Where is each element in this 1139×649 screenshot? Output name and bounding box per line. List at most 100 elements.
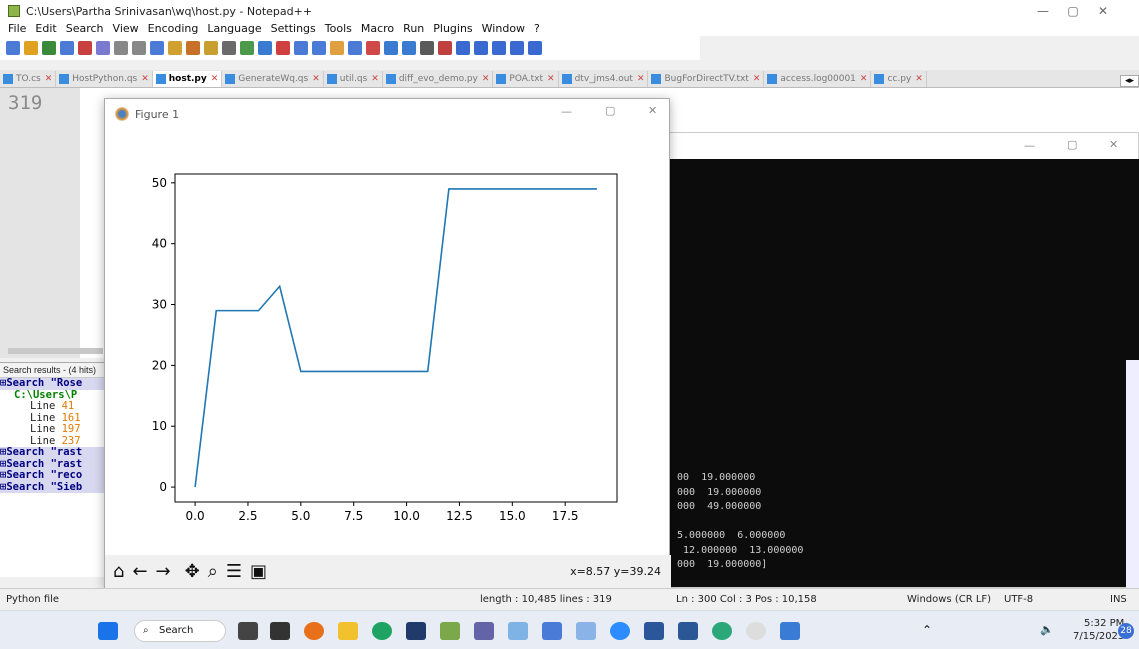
maximize-icon[interactable]: ▢ xyxy=(1058,0,1088,22)
home-icon[interactable]: ⌂ xyxy=(113,555,124,589)
toolbar-button-icon[interactable] xyxy=(474,41,488,55)
back-icon[interactable]: ← xyxy=(132,555,147,589)
toolbar-button-icon[interactable] xyxy=(60,41,74,55)
tab-util-qs[interactable]: util.qs ✕ xyxy=(324,71,383,87)
search-query-row[interactable]: ⊞Search "Rose xyxy=(0,378,105,390)
menu-item-view[interactable]: View xyxy=(113,22,139,36)
tab-scroll-icon[interactable]: ◂▸ xyxy=(1119,75,1139,87)
zoom-icon[interactable] xyxy=(610,622,630,640)
app-icon[interactable] xyxy=(576,622,596,640)
powershell-icon[interactable] xyxy=(678,622,698,640)
toolbar-button-icon[interactable] xyxy=(348,41,362,55)
figure-maximize-icon[interactable]: ▢ xyxy=(605,104,615,117)
tab-cc-py[interactable]: cc.py ✕ xyxy=(871,71,927,87)
minimize-icon[interactable]: — xyxy=(1028,0,1058,22)
tab-poa-txt[interactable]: POA.txt ✕ xyxy=(493,71,559,87)
taskbar-clock[interactable]: 5:32 PM 7/15/2023 xyxy=(1073,617,1124,643)
tab-close-icon[interactable]: ✕ xyxy=(312,74,320,84)
toolbar-button-icon[interactable] xyxy=(96,41,110,55)
toolbar-button-icon[interactable] xyxy=(330,41,344,55)
menu-item-search[interactable]: Search xyxy=(66,22,104,36)
teams-icon[interactable] xyxy=(474,622,494,640)
toolbar-button-icon[interactable] xyxy=(456,41,470,55)
search-query-row[interactable]: ⊞Search "rast xyxy=(0,447,105,459)
word-icon[interactable] xyxy=(644,622,664,640)
right-scroll-strip[interactable] xyxy=(1126,360,1139,590)
tab-hostpython-qs[interactable]: HostPython.qs ✕ xyxy=(56,71,153,87)
search-hit-row[interactable]: Line 161 xyxy=(0,413,105,425)
notepadpp-icon[interactable] xyxy=(440,622,460,640)
tab-generatewq-qs[interactable]: GenerateWq.qs ✕ xyxy=(222,71,324,87)
menu-item-q[interactable]: ? xyxy=(534,22,540,36)
tab-dtv-jms4-out[interactable]: dtv_jms4.out ✕ xyxy=(559,71,649,87)
menu-item-language[interactable]: Language xyxy=(207,22,261,36)
zoom-icon[interactable]: ⌕ xyxy=(208,555,218,589)
menu-item-settings[interactable]: Settings xyxy=(271,22,316,36)
toolbar-button-icon[interactable] xyxy=(78,41,92,55)
toolbar-button-icon[interactable] xyxy=(186,41,200,55)
tab-close-icon[interactable]: ✕ xyxy=(482,74,490,84)
task-view-icon[interactable] xyxy=(238,622,258,640)
tab-close-icon[interactable]: ✕ xyxy=(141,74,149,84)
search-hit-row[interactable]: Line 237 xyxy=(0,436,105,448)
toolbar-button-icon[interactable] xyxy=(150,41,164,55)
tab-close-icon[interactable]: ✕ xyxy=(547,74,555,84)
volume-icon[interactable]: 🔈 xyxy=(1040,623,1054,636)
pan-icon[interactable]: ✥ xyxy=(185,555,200,589)
toolbar-button-icon[interactable] xyxy=(132,41,146,55)
tab-diff-evo-demo-py[interactable]: diff_evo_demo.py ✕ xyxy=(383,71,494,87)
taskbar-search[interactable]: ⌕ Search xyxy=(134,620,226,642)
matplotlib-taskbar-icon[interactable] xyxy=(746,622,766,640)
menu-item-window[interactable]: Window xyxy=(482,22,525,36)
toolbar-button-icon[interactable] xyxy=(204,41,218,55)
notification-badge[interactable]: 28 xyxy=(1118,623,1134,639)
toolbar-button-icon[interactable] xyxy=(312,41,326,55)
menu-item-run[interactable]: Run xyxy=(403,22,424,36)
tab-access-log00001[interactable]: access.log00001 ✕ xyxy=(764,71,872,87)
forward-icon[interactable]: → xyxy=(156,555,171,589)
search-hit-row[interactable]: Line 197 xyxy=(0,424,105,436)
chevron-up-icon[interactable]: ⌃ xyxy=(922,623,932,637)
save-icon[interactable]: ▣ xyxy=(250,555,267,589)
horizontal-scrollbar[interactable] xyxy=(8,348,103,354)
tab-close-icon[interactable]: ✕ xyxy=(637,74,645,84)
notepad-icon[interactable] xyxy=(542,622,562,640)
menu-item-macro[interactable]: Macro xyxy=(361,22,394,36)
toolbar-button-icon[interactable] xyxy=(384,41,398,55)
start-icon[interactable] xyxy=(98,622,118,640)
toolbar-button-icon[interactable] xyxy=(402,41,416,55)
toolbar-button-icon[interactable] xyxy=(276,41,290,55)
firefox-icon[interactable] xyxy=(304,622,324,640)
tab-close-icon[interactable]: ✕ xyxy=(753,74,761,84)
search-query-row[interactable]: ⊞Search "Sieb xyxy=(0,481,105,493)
console-maximize-icon[interactable]: ▢ xyxy=(1067,138,1077,151)
toolbar-button-icon[interactable] xyxy=(222,41,236,55)
figure-close-icon[interactable]: ✕ xyxy=(648,104,657,117)
toolbar-button-icon[interactable] xyxy=(24,41,38,55)
toolbar-button-icon[interactable] xyxy=(6,41,20,55)
search-query-row[interactable]: ⊞Search "reco xyxy=(0,470,105,482)
toolbar-button-icon[interactable] xyxy=(114,41,128,55)
toolbar-button-icon[interactable] xyxy=(240,41,254,55)
toolbar-button-icon[interactable] xyxy=(510,41,524,55)
tab-close-icon[interactable]: ✕ xyxy=(860,74,868,84)
close-icon[interactable]: ✕ xyxy=(1088,0,1118,22)
figure-minimize-icon[interactable]: — xyxy=(561,105,572,118)
tab-bugfordirecttv-txt[interactable]: BugForDirectTV.txt ✕ xyxy=(648,71,765,87)
tab-close-icon[interactable]: ✕ xyxy=(45,74,53,84)
toolbar-button-icon[interactable] xyxy=(528,41,542,55)
menu-item-edit[interactable]: Edit xyxy=(35,22,56,36)
tab-host-py[interactable]: host.py ✕ xyxy=(152,71,223,87)
toolbar-button-icon[interactable] xyxy=(168,41,182,55)
tab-close-icon[interactable]: ✕ xyxy=(915,74,923,84)
app-icon[interactable] xyxy=(406,622,426,640)
toolbar-button-icon[interactable] xyxy=(294,41,308,55)
console-minimize-icon[interactable]: — xyxy=(1024,139,1035,152)
search-hit-row[interactable]: Line 41 xyxy=(0,401,105,413)
configure-icon[interactable]: ☰ xyxy=(226,555,242,589)
tab-close-icon[interactable]: ✕ xyxy=(371,74,379,84)
menu-item-encoding[interactable]: Encoding xyxy=(148,22,199,36)
app-icon[interactable] xyxy=(712,622,732,640)
app-icon[interactable] xyxy=(508,622,528,640)
tab-close-icon[interactable]: ✕ xyxy=(211,74,219,84)
